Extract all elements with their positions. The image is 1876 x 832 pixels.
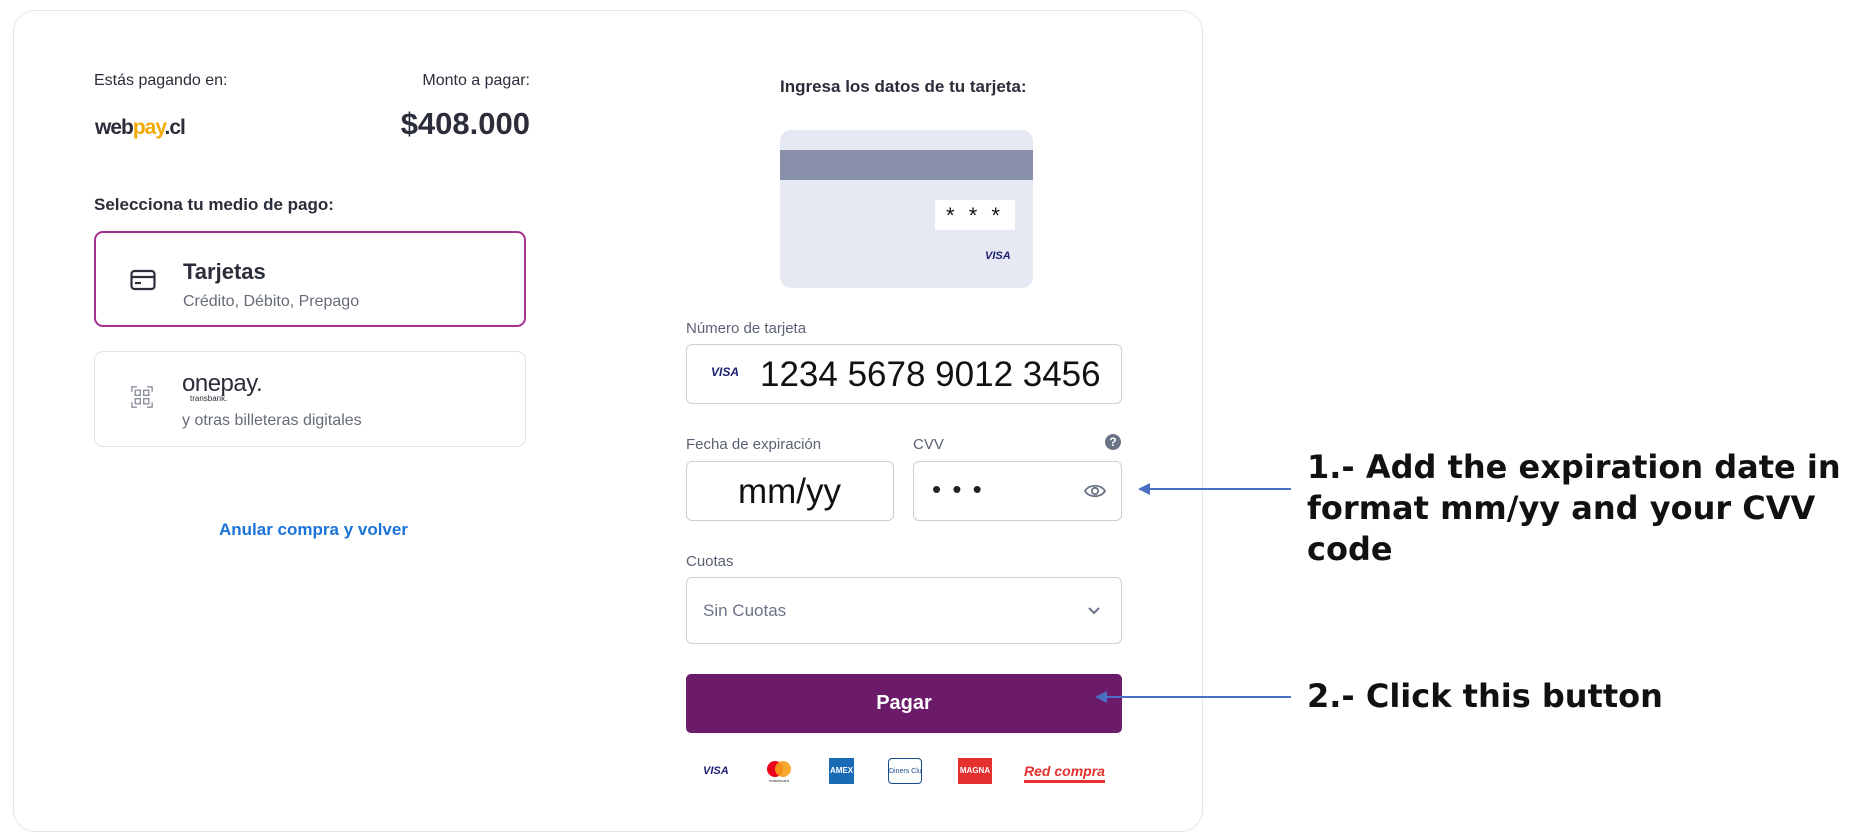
select-method-label: Selecciona tu medio de pago: bbox=[94, 195, 334, 214]
installments-select[interactable]: Sin Cuotas bbox=[686, 577, 1122, 644]
amount-value: $408.000 bbox=[400, 106, 530, 141]
visa-brand-icon: VISA bbox=[703, 765, 729, 777]
onepay-transbank: transbank. bbox=[190, 394, 228, 403]
magna-brand-icon: MAGNA bbox=[958, 758, 992, 784]
diners-brand-icon: Diners Club bbox=[888, 758, 922, 784]
method-cards-title: Tarjetas bbox=[183, 259, 266, 284]
method-onepay-subtitle: y otras billeteras digitales bbox=[182, 412, 362, 429]
pay-button[interactable]: Pagar bbox=[686, 674, 1122, 733]
paying-at-label: Estás pagando en: bbox=[94, 72, 228, 89]
chevron-down-icon bbox=[1088, 607, 1100, 615]
mastercard-text: mastercard bbox=[769, 778, 789, 783]
visa-icon: VISA bbox=[711, 365, 740, 379]
qr-code-icon bbox=[131, 386, 153, 408]
logo-cl: .cl bbox=[164, 116, 185, 139]
installments-value: Sin Cuotas bbox=[703, 601, 787, 620]
mastercard-brand-icon: mastercard bbox=[767, 761, 791, 783]
method-cards-subtitle: Crédito, Débito, Prepago bbox=[183, 293, 360, 310]
logo-pay: pay bbox=[132, 116, 166, 139]
annotation-step1-line1: 1.- Add the expiration date in bbox=[1307, 448, 1841, 486]
expiry-input[interactable]: mm/yy bbox=[686, 461, 894, 521]
annotation-step1: 1.- Add the expiration date in format mm… bbox=[1307, 447, 1876, 570]
cvv-help-icon[interactable]: ? bbox=[1105, 434, 1121, 450]
cancel-link[interactable]: Anular compra y volver bbox=[219, 520, 408, 540]
form-title: Ingresa los datos de tu tarjeta: bbox=[780, 77, 1027, 96]
card-cvv-preview: * * * bbox=[935, 200, 1015, 230]
credit-card-icon bbox=[130, 269, 156, 291]
card-number-input[interactable]: VISA 1234 5678 9012 3456 bbox=[686, 344, 1122, 404]
annotation-step1-line2: format mm/yy and your CVV code bbox=[1307, 489, 1816, 568]
annotation-arrow-1 bbox=[1148, 488, 1291, 490]
annotation-arrow-2 bbox=[1105, 696, 1291, 698]
expiry-placeholder: mm/yy bbox=[738, 472, 842, 511]
card-brand-preview: VISA bbox=[985, 250, 1011, 262]
amex-brand-icon: AMEX bbox=[829, 758, 854, 784]
cvv-mask: • • • bbox=[932, 474, 984, 504]
method-onepay[interactable]: onepay. transbank. y otras billeteras di… bbox=[94, 351, 526, 447]
card-number-label: Número de tarjeta bbox=[686, 320, 807, 337]
eye-icon[interactable] bbox=[1084, 483, 1106, 499]
installments-label: Cuotas bbox=[686, 553, 734, 570]
card-number-value: 1234 5678 9012 3456 bbox=[760, 355, 1101, 394]
webpay-logo: webpay.cl bbox=[95, 116, 186, 140]
cvv-input[interactable]: • • • bbox=[913, 461, 1122, 521]
magnetic-stripe bbox=[780, 150, 1033, 180]
amount-label: Monto a pagar: bbox=[422, 72, 530, 89]
annotation-arrowhead-2 bbox=[1095, 691, 1107, 703]
cvv-label: CVV bbox=[913, 436, 944, 453]
logo-web: web bbox=[95, 116, 134, 139]
redcompra-brand-icon: Red compra bbox=[1024, 762, 1105, 783]
annotation-arrowhead-1 bbox=[1138, 483, 1150, 495]
method-cards[interactable]: Tarjetas Crédito, Débito, Prepago bbox=[94, 231, 526, 327]
annotation-step2: 2.- Click this button bbox=[1307, 677, 1663, 715]
expiry-label: Fecha de expiración bbox=[686, 436, 822, 453]
card-preview: * * * VISA bbox=[780, 130, 1033, 288]
